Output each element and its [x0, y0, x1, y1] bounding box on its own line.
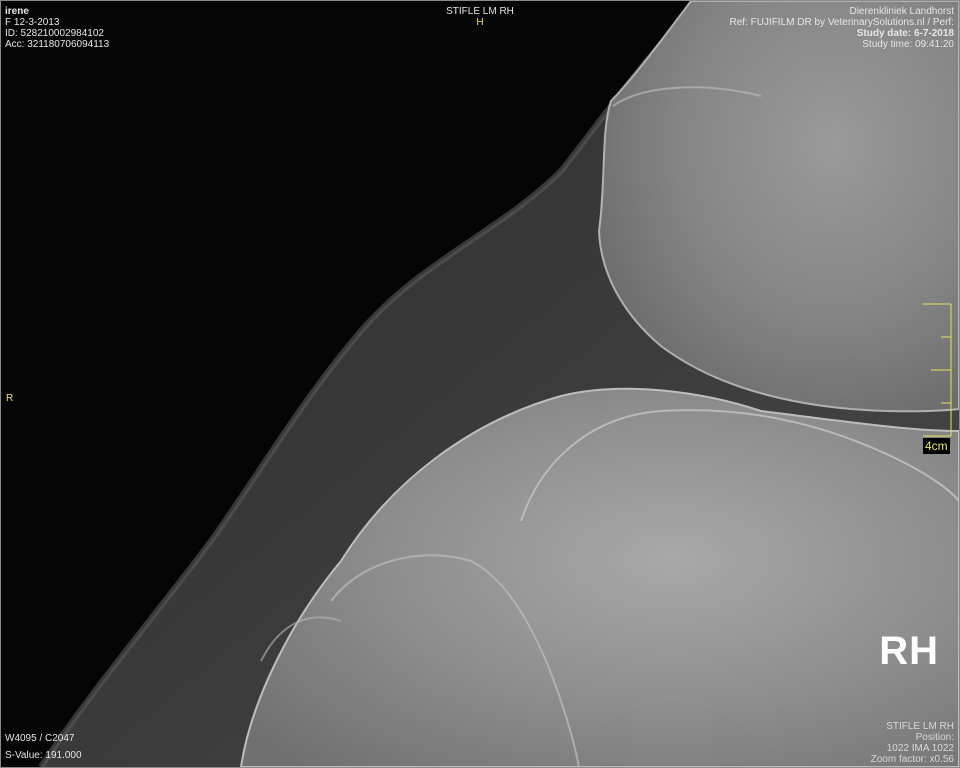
xray-viewport[interactable]: irene F 12-3-2013 ID: 528210002984102 Ac…	[0, 0, 960, 768]
clinic-name: Dierenkliniek Landhorst	[849, 6, 954, 17]
window-info: W4095 / C2047 S-Value: 191.000	[5, 733, 82, 767]
zoom-factor: Zoom factor: x0.56	[870, 754, 954, 765]
window-level: W4095 / C2047	[5, 733, 75, 744]
study-info: Dierenkliniek Landhorst Ref: FUJIFILM DR…	[729, 6, 954, 50]
position-label: Position:	[915, 732, 954, 743]
patient-id: ID: 528210002984102	[5, 28, 104, 39]
orientation-left: R	[6, 393, 14, 404]
series-label: STIFLE LM RH	[886, 721, 954, 732]
s-value: S-Value: 191.000	[5, 750, 82, 761]
series-info: STIFLE LM RH Position: 1022 IMA 1022 Zoo…	[871, 721, 954, 765]
study-date: Study date: 6-7-2018	[856, 28, 954, 39]
accession-number: Acc: 321180706094113	[5, 39, 110, 50]
study-time: Study time: 09:41:20	[862, 39, 954, 50]
side-marker: RH	[879, 629, 939, 673]
referrer: Ref: FUJIFILM DR by VeterinarySolutions.…	[729, 17, 954, 28]
stifle-radiograph	[1, 1, 959, 767]
image-index: 1022 IMA 1022	[886, 743, 954, 754]
scale-label: 4cm	[923, 438, 950, 454]
